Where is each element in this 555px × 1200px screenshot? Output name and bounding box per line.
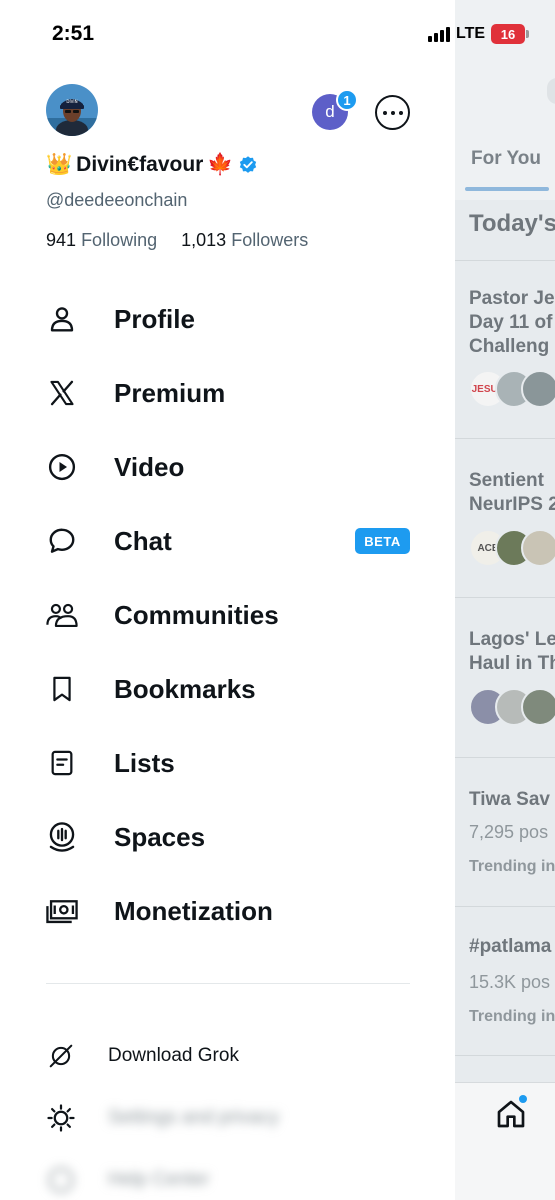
menu-item-settings-privacy[interactable]: Settings and privacy — [40, 1094, 430, 1142]
menu-item-premium[interactable]: Premium — [40, 363, 430, 423]
feed-item-avatars — [469, 688, 555, 728]
leaf-emoji: 🍁 — [207, 153, 234, 176]
feed-item-title[interactable]: #patlama — [469, 935, 551, 959]
menu-label-chat: Chat — [114, 525, 172, 556]
menu-item-monetization[interactable]: Monetization — [40, 881, 430, 941]
feed-item-trending: Trending in — [469, 858, 555, 875]
grok-icon — [44, 1039, 78, 1073]
list-icon — [44, 745, 80, 781]
chat-bubble-icon — [44, 523, 80, 559]
feed-divider — [455, 906, 555, 907]
menu-label-profile: Profile — [114, 303, 195, 334]
followers-label: Followers — [231, 230, 309, 250]
display-name[interactable]: 👑 Divin€favour 🍁 — [46, 153, 258, 177]
feed-divider — [455, 1055, 555, 1056]
more-dot — [382, 110, 387, 115]
feed-section-title: Today's — [469, 210, 555, 237]
menu-label-download-grok: Download Grok — [108, 1045, 239, 1066]
battery-icon: 16 — [491, 24, 530, 44]
menu-label-communities: Communities — [114, 599, 279, 630]
play-circle-icon — [44, 449, 80, 485]
feed-divider — [455, 260, 555, 261]
gear-icon — [44, 1101, 78, 1135]
feed-divider — [455, 597, 555, 598]
following-count: 941 — [46, 230, 77, 250]
menu-item-bookmarks[interactable]: Bookmarks — [40, 659, 430, 719]
menu-item-communities[interactable]: Communities — [40, 585, 430, 645]
notification-count-badge: 1 — [336, 89, 358, 111]
tab-for-you[interactable]: For You — [471, 148, 541, 170]
menu-item-profile[interactable]: Profile — [40, 289, 430, 349]
bookmark-icon — [44, 671, 80, 707]
feed-avatar — [521, 370, 555, 408]
menu-label-help-center: Help Center — [108, 1169, 210, 1190]
menu-item-video[interactable]: Video — [40, 437, 430, 497]
feed-item-post-count: 7,295 pos — [469, 822, 549, 842]
money-icon — [44, 893, 80, 929]
menu-label-monetization: Monetization — [114, 895, 273, 926]
home-notification-dot — [519, 1095, 527, 1103]
feed-item-title[interactable]: NeurIPS 2 — [469, 493, 555, 517]
status-indicators: LTE 16 — [428, 24, 530, 44]
display-name-text: Divin€favour — [76, 153, 204, 176]
tab-active-indicator — [465, 187, 549, 191]
communities-icon — [44, 597, 80, 633]
background-feed-panel[interactable]: For You Today's Pastor Je Day 11 of Chal… — [455, 0, 555, 1200]
feed-divider — [455, 438, 555, 439]
feed-avatar — [521, 688, 555, 726]
menu-item-lists[interactable]: Lists — [40, 733, 430, 793]
followers-link[interactable]: 1,013 Followers — [181, 230, 308, 250]
crown-emoji: 👑 — [46, 153, 73, 176]
menu-item-help-center[interactable]: Help Center — [40, 1156, 430, 1200]
feed-item-avatars: ACE — [469, 529, 555, 569]
spaces-mic-icon — [44, 819, 80, 855]
feed-item-title[interactable]: Challeng — [469, 335, 549, 359]
following-link[interactable]: 941 Following — [46, 230, 157, 250]
feed-item-title[interactable]: Pastor Je — [469, 287, 555, 311]
feed-item-trending: Trending in — [469, 1008, 555, 1025]
battery-level: 16 — [500, 26, 516, 42]
network-label: LTE — [456, 25, 486, 42]
status-time: 2:51 — [52, 22, 95, 45]
account-switcher-initial: d — [325, 102, 335, 121]
more-options-button[interactable] — [375, 95, 410, 130]
following-label: Following — [81, 230, 158, 250]
avatar-cap-text: DIVIN — [66, 99, 77, 104]
menu-label-premium: Premium — [114, 377, 226, 408]
menu-label-lists: Lists — [114, 747, 175, 778]
menu-item-chat[interactable]: Chat BETA — [40, 511, 430, 571]
beta-badge: BETA — [355, 528, 410, 554]
followers-count: 1,013 — [181, 230, 227, 250]
signal-icon — [428, 26, 450, 42]
feed-item-title[interactable]: Tiwa Sav — [469, 788, 550, 812]
feed-item-title[interactable]: Day 11 of — [469, 311, 552, 335]
menu-label-spaces: Spaces — [114, 821, 206, 852]
feed-item-avatars: JESUS — [469, 370, 555, 410]
avatar[interactable]: DIVIN — [46, 84, 98, 136]
feed-item-post-count: 15.3K pos — [469, 972, 551, 992]
more-dot — [390, 110, 395, 115]
feed-item-title[interactable]: Haul in Th — [469, 652, 555, 676]
menu-divider — [46, 983, 410, 984]
feed-avatar — [521, 529, 555, 567]
follow-stats: 941 Following 1,013 Followers — [46, 230, 308, 251]
feed-item-title[interactable]: Sentient — [469, 469, 544, 493]
menu-item-spaces[interactable]: Spaces — [40, 807, 430, 867]
menu-item-download-grok[interactable]: Download Grok — [40, 1032, 430, 1080]
feed-item-title[interactable]: Lagos' Le — [469, 628, 555, 652]
menu-label-bookmarks: Bookmarks — [114, 673, 256, 704]
more-dot — [398, 110, 403, 115]
feed-divider — [455, 757, 555, 758]
x-logo-icon — [44, 375, 80, 411]
person-icon — [44, 301, 80, 337]
verified-badge-icon — [239, 156, 256, 173]
user-handle[interactable]: @deedeeonchain — [46, 190, 187, 211]
help-icon — [44, 1163, 78, 1197]
menu-label-settings-privacy: Settings and privacy — [108, 1107, 280, 1128]
menu-label-video: Video — [114, 451, 185, 482]
feed-header-icon — [547, 78, 555, 104]
